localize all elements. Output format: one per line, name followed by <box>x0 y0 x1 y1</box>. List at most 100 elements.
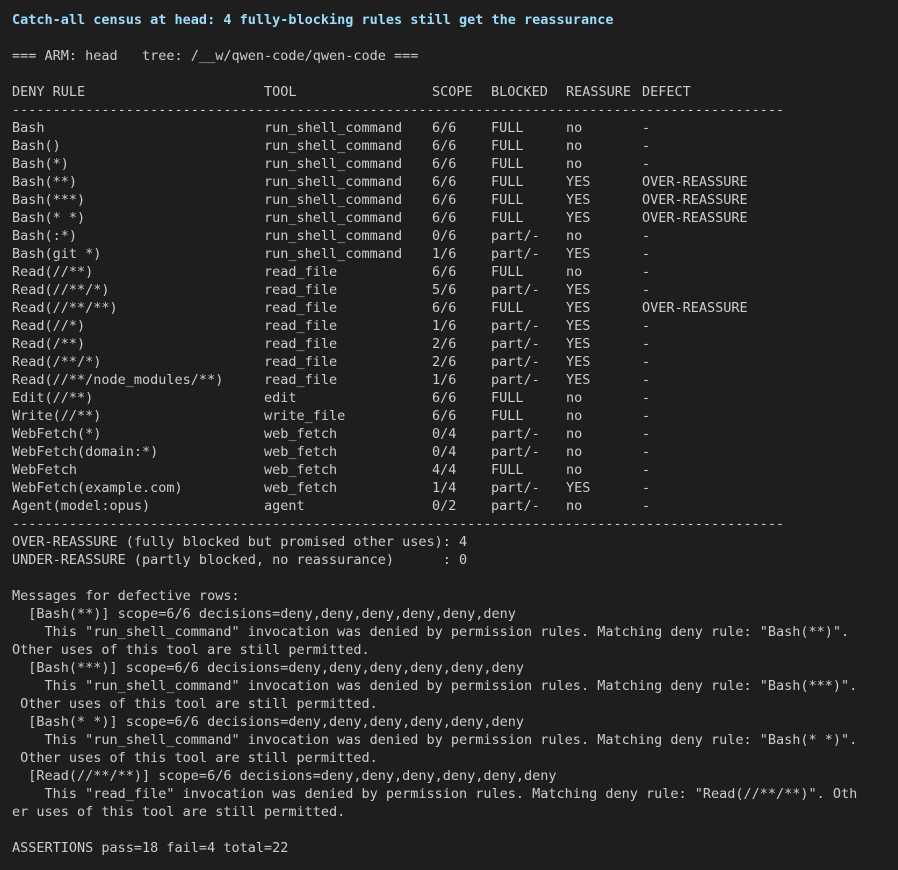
cell-blocked: part/- <box>491 318 540 334</box>
table-separator-top: ----------------------------------------… <box>12 102 785 118</box>
terminal-output: Catch-all census at head: 4 fully-blocki… <box>12 11 892 857</box>
cell-tool: run_shell_command <box>264 246 403 262</box>
cell-defect: OVER-REASSURE <box>642 174 748 190</box>
cell-rule: Bash() <box>12 138 61 154</box>
cell-scope: 6/6 <box>432 120 457 136</box>
cell-reassure: no <box>566 426 583 442</box>
cell-reassure: no <box>566 408 583 424</box>
table-row: Bash(:*) run_shell_command 0/6 part/- no - <box>12 227 892 245</box>
cell-rule: Read(/**) <box>12 336 86 352</box>
cell-reassure: no <box>566 138 583 154</box>
table-row: Bash(git *) run_shell_command 1/6 part/- YES… <box>12 245 892 263</box>
cell-scope: 1/6 <box>432 318 457 334</box>
cell-tool: read_file <box>264 264 338 280</box>
table-row: WebFetch(example.com) web_fetch 1/4 part/- Y… <box>12 479 892 497</box>
message-line: This "run_shell_command" invocation was … <box>12 732 858 748</box>
cell-reassure: no <box>566 120 583 136</box>
cell-blocked: FULL <box>491 192 524 208</box>
cell-rule: Bash(:*) <box>12 228 78 244</box>
table-row: Bash(**) run_shell_command 6/6 FULL YES OVER-… <box>12 173 892 191</box>
cell-tool: run_shell_command <box>264 174 403 190</box>
cell-reassure: no <box>566 462 583 478</box>
message-line: [Read(//**/**)] scope=6/6 decisions=deny… <box>12 768 557 784</box>
table-row: Bash run_shell_command 6/6 FULL no - <box>12 119 892 137</box>
cell-rule: WebFetch(*) <box>12 426 102 442</box>
cell-reassure: no <box>566 444 583 460</box>
table-row: Read(//**/**) read_file 6/6 FULL YES OVER-REA… <box>12 299 892 317</box>
cell-blocked: part/- <box>491 228 540 244</box>
table-row: Bash() run_shell_command 6/6 FULL no - <box>12 137 892 155</box>
cell-tool: run_shell_command <box>264 138 403 154</box>
cell-scope: 0/4 <box>432 426 457 442</box>
table-row: WebFetch web_fetch 4/4 FULL no - <box>12 461 892 479</box>
cell-scope: 6/6 <box>432 210 457 226</box>
message-line: Other uses of this tool are still permit… <box>12 696 378 712</box>
cell-defect: - <box>642 264 651 280</box>
cell-reassure: YES <box>566 282 591 298</box>
table-row: Bash(***) run_shell_command 6/6 FULL YES OVER… <box>12 191 892 209</box>
cell-rule: Read(//**/**) <box>12 300 118 316</box>
cell-tool: web_fetch <box>264 462 338 478</box>
cell-defect: - <box>642 156 651 172</box>
cell-blocked: FULL <box>491 462 524 478</box>
arm-line: === ARM: head tree: /__w/qwen-code/qwen-… <box>12 48 419 64</box>
cell-reassure: YES <box>566 318 591 334</box>
message-line: This "run_shell_command" invocation was … <box>12 624 850 640</box>
cell-scope: 0/2 <box>432 498 457 514</box>
message-line: Other uses of this tool are still permit… <box>12 750 378 766</box>
cell-blocked: FULL <box>491 120 524 136</box>
message-line: This "read_file" invocation was denied b… <box>12 786 858 802</box>
cell-rule: Bash <box>12 120 45 136</box>
table-row: Read(/**/*) read_file 2/6 part/- YES - <box>12 353 892 371</box>
cell-defect: - <box>642 246 651 262</box>
cell-rule: WebFetch(example.com) <box>12 480 183 496</box>
cell-tool: run_shell_command <box>264 156 403 172</box>
cell-blocked: part/- <box>491 246 540 262</box>
header-tool: TOOL <box>264 84 297 100</box>
message-line: [Bash(* *)] scope=6/6 decisions=deny,den… <box>12 714 525 730</box>
table-row: Read(//**) read_file 6/6 FULL no - <box>12 263 892 281</box>
cell-rule: Write(//**) <box>12 408 102 424</box>
table-row: WebFetch(domain:*) web_fetch 0/4 part/- no - <box>12 443 892 461</box>
cell-scope: 6/6 <box>432 264 457 280</box>
table-body: Bash run_shell_command 6/6 FULL no - Bash() run… <box>12 119 892 515</box>
cell-tool: web_fetch <box>264 426 338 442</box>
cell-rule: Read(//**/*) <box>12 282 110 298</box>
cell-defect: - <box>642 408 651 424</box>
cell-blocked: FULL <box>491 210 524 226</box>
census-title: Catch-all census at head: 4 fully-blocki… <box>12 12 614 28</box>
cell-defect: - <box>642 390 651 406</box>
cell-reassure: no <box>566 156 583 172</box>
cell-tool: run_shell_command <box>264 210 403 226</box>
cell-reassure: YES <box>566 210 591 226</box>
cell-rule: Read(//*) <box>12 318 86 334</box>
cell-tool: run_shell_command <box>264 192 403 208</box>
cell-defect: - <box>642 480 651 496</box>
header-scope: SCOPE <box>432 84 473 100</box>
cell-blocked: part/- <box>491 426 540 442</box>
table-separator-bottom: ----------------------------------------… <box>12 516 785 532</box>
message-line: [Bash(**)] scope=6/6 decisions=deny,deny… <box>12 606 516 622</box>
cell-defect: - <box>642 318 651 334</box>
cell-defect: - <box>642 462 651 478</box>
cell-rule: Read(//**) <box>12 264 94 280</box>
cell-rule: WebFetch <box>12 462 78 478</box>
cell-defect: - <box>642 336 651 352</box>
cell-scope: 6/6 <box>432 138 457 154</box>
cell-rule: Bash(git *) <box>12 246 102 262</box>
cell-scope: 6/6 <box>432 390 457 406</box>
cell-blocked: part/- <box>491 372 540 388</box>
cell-tool: write_file <box>264 408 346 424</box>
assertions-line: ASSERTIONS pass=18 fail=4 total=22 <box>12 840 289 856</box>
cell-rule: Bash(***) <box>12 192 86 208</box>
cell-tool: read_file <box>264 318 338 334</box>
cell-scope: 6/6 <box>432 174 457 190</box>
cell-reassure: YES <box>566 354 591 370</box>
summary-under: UNDER-REASSURE (partly blocked, no reass… <box>12 552 468 568</box>
cell-rule: Bash(*) <box>12 156 69 172</box>
cell-blocked: part/- <box>491 498 540 514</box>
cell-defect: OVER-REASSURE <box>642 300 748 316</box>
cell-blocked: FULL <box>491 174 524 190</box>
messages-header: Messages for defective rows: <box>12 588 240 604</box>
cell-tool: read_file <box>264 282 338 298</box>
